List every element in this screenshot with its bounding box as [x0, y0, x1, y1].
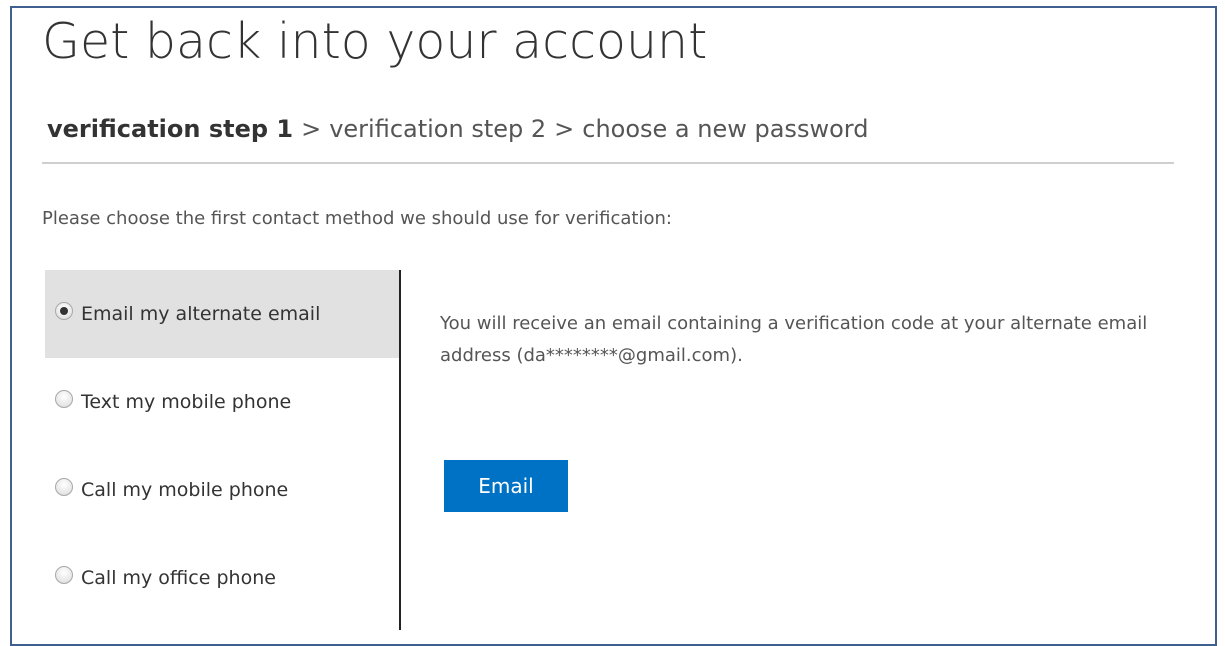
radio-button[interactable] — [55, 566, 73, 584]
page-title: Get back into your account — [42, 13, 708, 70]
options-divider — [399, 270, 401, 630]
method-description: You will receive an email containing a v… — [440, 313, 1148, 366]
email-button[interactable]: Email — [444, 460, 568, 512]
contact-option-call-mobile[interactable]: Call my mobile phone — [45, 446, 400, 534]
page-frame: Get back into your account verification … — [10, 6, 1217, 646]
breadcrumb-separator: > — [301, 115, 322, 143]
radio-button[interactable] — [55, 390, 73, 408]
contact-option-label: Call my mobile phone — [81, 479, 289, 501]
breadcrumb-separator: > — [554, 115, 575, 143]
breadcrumb: verification step 1 > verification step 2 >… — [47, 112, 868, 146]
breadcrumb-step-1: verification step 1 — [47, 115, 294, 143]
breadcrumb-step-2: verification step 2 — [329, 115, 547, 143]
contact-option-alternate-email[interactable]: Email my alternate email — [45, 270, 400, 358]
contact-option-text-mobile[interactable]: Text my mobile phone — [45, 358, 400, 446]
contact-option-label: Call my office phone — [81, 567, 276, 589]
contact-method-list: Email my alternate email Text my mobile … — [45, 270, 400, 640]
header-divider — [42, 162, 1174, 164]
radio-button-checked[interactable] — [55, 302, 73, 320]
contact-option-label: Email my alternate email — [81, 303, 321, 325]
radio-button[interactable] — [55, 478, 73, 496]
contact-option-call-office[interactable]: Call my office phone — [45, 534, 400, 622]
breadcrumb-step-3: choose a new password — [582, 115, 869, 143]
contact-option-label: Text my mobile phone — [81, 391, 292, 413]
instruction-text: Please choose the first contact method w… — [42, 208, 672, 229]
